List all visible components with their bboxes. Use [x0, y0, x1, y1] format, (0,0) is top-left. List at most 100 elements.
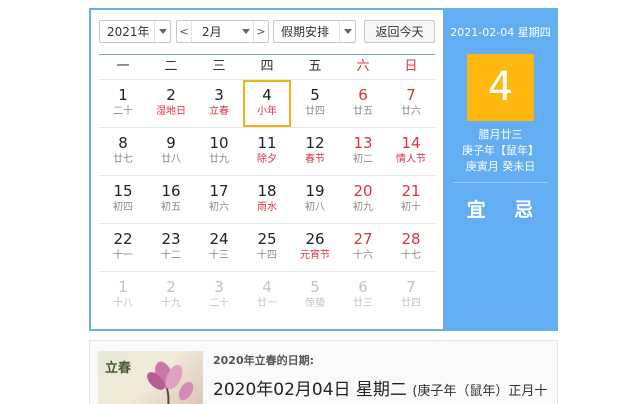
calendar-week-row: 1 十八 2 十九 3 二十 4 廿一 5 惊蛰 6 廿三 7 廿四: [99, 271, 435, 319]
day-number: 3: [214, 278, 224, 296]
holiday-value: 假期安排: [281, 25, 330, 39]
chevron-down-icon: [339, 21, 355, 42]
calendar-day[interactable]: 4 廿一: [243, 272, 291, 319]
back-to-today-button[interactable]: 返回今天: [364, 20, 435, 43]
calendar-day[interactable]: 25 十四: [243, 224, 291, 271]
next-month-button[interactable]: >: [253, 21, 268, 42]
day-number: 5: [310, 278, 320, 296]
day-number: 1: [118, 86, 128, 104]
calendar-day[interactable]: 1 二十: [99, 80, 147, 127]
calendar-day[interactable]: 18 雨水: [243, 176, 291, 223]
lunar-day-label: 初四: [113, 202, 133, 213]
lunar-day-label: 初八: [305, 202, 325, 213]
calendar-day[interactable]: 24 十三: [195, 224, 243, 271]
lunar-day-label: 初十: [401, 202, 421, 213]
calendar-day[interactable]: 19 初八: [291, 176, 339, 223]
prev-month-button[interactable]: <: [177, 21, 192, 42]
calendar-day[interactable]: 3 立春: [195, 80, 243, 127]
lunar-day-label: 廿一: [257, 298, 277, 309]
calendar-day[interactable]: 5 惊蛰: [291, 272, 339, 319]
calendar-day[interactable]: 13 初二: [339, 128, 387, 175]
day-number: 5: [310, 86, 320, 104]
day-number: 13: [353, 134, 373, 152]
day-number: 7: [406, 278, 416, 296]
day-number: 2: [166, 86, 176, 104]
calendar-day-selected[interactable]: 4 小年: [243, 80, 291, 127]
day-number: 24: [209, 230, 229, 248]
calendar-day[interactable]: 17 初六: [195, 176, 243, 223]
calendar-day[interactable]: 11 除夕: [243, 128, 291, 175]
info-title: 2020年立春的日期:: [213, 354, 315, 367]
calendar-week-row: 15 初四 16 初五 17 初六 18 雨水 19 初八 20 初九 21 初十: [99, 175, 435, 223]
calendar-day[interactable]: 8 廿七: [99, 128, 147, 175]
calendar-day[interactable]: 3 二十: [195, 272, 243, 319]
info-lunar-detail: (庚子年（鼠年）正月十: [412, 384, 548, 399]
day-number: 23: [161, 230, 181, 248]
lunar-day-label: 十一: [113, 250, 133, 261]
calendar-day[interactable]: 20 初九: [339, 176, 387, 223]
day-number: 28: [401, 230, 421, 248]
lunar-day-label: 惊蛰: [305, 298, 325, 309]
calendar-day[interactable]: 26 元宵节: [291, 224, 339, 271]
calendar-day[interactable]: 7 廿六: [387, 80, 435, 127]
calendar-day[interactable]: 6 廿五: [339, 80, 387, 127]
year-select[interactable]: 2021年: [99, 20, 171, 43]
lunar-day-label: 初六: [209, 202, 229, 213]
lunar-month-day: 庚寅月 癸未日: [465, 160, 536, 173]
calendar-day[interactable]: 10 廿九: [195, 128, 243, 175]
weekday-label: 四: [260, 59, 274, 74]
day-number: 3: [214, 86, 224, 104]
day-number: 16: [161, 182, 181, 200]
day-number: 21: [401, 182, 421, 200]
day-number: 7: [406, 86, 416, 104]
calendar-day[interactable]: 22 十一: [99, 224, 147, 271]
calendar-day[interactable]: 27 十六: [339, 224, 387, 271]
lunar-day-label: 廿九: [209, 154, 229, 165]
ji-label[interactable]: 忌: [514, 195, 534, 222]
day-number: 6: [358, 86, 368, 104]
calendar-day[interactable]: 6 廿三: [339, 272, 387, 319]
yi-label[interactable]: 宜: [467, 195, 487, 222]
calendar-day[interactable]: 2 湿地日: [147, 80, 195, 127]
calendar-day[interactable]: 7 廿四: [387, 272, 435, 319]
calendar-day[interactable]: 15 初四: [99, 176, 147, 223]
lunar-day-label: 二十: [209, 298, 229, 309]
chevron-down-icon: [239, 21, 253, 42]
calendar-day[interactable]: 12 春节: [291, 128, 339, 175]
lunar-day-label: 廿三: [353, 298, 373, 309]
calendar-week-row: 22 十一 23 十二 24 十三 25 十四 26 元宵节 27 十六 28 十七: [99, 223, 435, 271]
day-number: 4: [262, 278, 272, 296]
day-number: 22: [113, 230, 133, 248]
info-date-line: 2020年02月04日 星期二 (庚子年（鼠年）正月十: [213, 375, 547, 400]
yi-ji-section: 宜 忌: [453, 182, 548, 222]
lunar-day-label: 除夕: [257, 154, 277, 165]
calendar-widget: 2021年 < 2月 > 假期安排 返回今天 一 二 三 四 五 六 日 1 二十 2 湿地日 3 立…: [89, 8, 558, 331]
calendar-day[interactable]: 14 情人节: [387, 128, 435, 175]
month-select[interactable]: 2月: [192, 23, 239, 40]
calendar-day[interactable]: 16 初五: [147, 176, 195, 223]
holiday-select[interactable]: 假期安排: [273, 20, 356, 43]
lunar-day-label: 十六: [353, 250, 373, 261]
calendar-day[interactable]: 28 十七: [387, 224, 435, 271]
lunar-day-label: 廿六: [401, 106, 421, 117]
day-number: 8: [118, 134, 128, 152]
weekday-label: 二: [164, 59, 178, 74]
calendar-day[interactable]: 9 廿八: [147, 128, 195, 175]
day-number: 27: [353, 230, 373, 248]
weekday-label: 一: [116, 59, 130, 74]
calendar-day[interactable]: 23 十二: [147, 224, 195, 271]
lunar-day-label: 情人节: [396, 154, 426, 165]
day-number: 12: [305, 134, 325, 152]
lunar-day-label: 十七: [401, 250, 421, 261]
selected-date-text: 2021-02-04 星期四: [450, 26, 551, 39]
calendar-day[interactable]: 2 十九: [147, 272, 195, 319]
day-number: 20: [353, 182, 373, 200]
day-number: 18: [257, 182, 277, 200]
calendar-day[interactable]: 5 廿四: [291, 80, 339, 127]
lichun-thumbnail: 立春: [98, 351, 203, 404]
lunar-day-label: 初二: [353, 154, 373, 165]
calendar-day[interactable]: 21 初十: [387, 176, 435, 223]
lunar-day-label: 小年: [257, 106, 277, 117]
calendar-week-row: 1 二十 2 湿地日 3 立春 4 小年 5 廿四 6 廿五 7 廿六: [99, 79, 435, 127]
calendar-day[interactable]: 1 十八: [99, 272, 147, 319]
